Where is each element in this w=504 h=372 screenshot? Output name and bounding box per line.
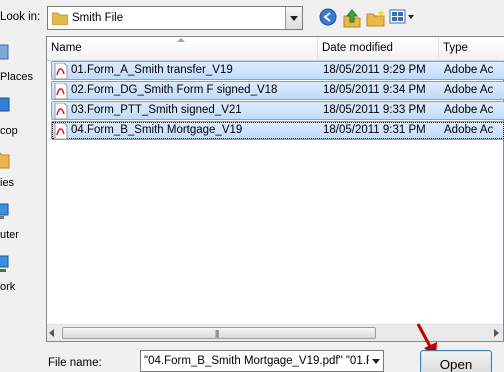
column-header-type[interactable]: Type (439, 37, 504, 61)
scroll-right-icon[interactable] (494, 329, 499, 337)
pdf-file-icon (54, 63, 68, 79)
scroll-thumb[interactable]: ||| (62, 327, 376, 339)
file-name-cell: 01.Form_A_Smith transfer_V19 (71, 64, 233, 76)
file-name-cell: 03.Form_PTT_Smith signed_V21 (71, 104, 242, 116)
views-menu-icon[interactable] (389, 8, 415, 28)
pdf-file-icon (54, 103, 68, 119)
computer-icon (0, 203, 9, 219)
chevron-down-icon[interactable] (369, 351, 383, 371)
list-item[interactable]: 01.Form_A_Smith transfer_V19 18/05/2011 … (51, 61, 504, 80)
places-bar: Places cop ies uter ork (0, 36, 40, 372)
column-header-date-modified[interactable]: Date modified (318, 37, 439, 61)
file-name-field[interactable]: "04.Form_B_Smith Mortgage_V19.pdf" "01.F… (140, 350, 384, 372)
file-name-value: "04.Form_B_Smith Mortgage_V19.pdf" "01.F… (144, 355, 384, 367)
chevron-down-icon[interactable] (285, 7, 302, 29)
pdf-file-icon (54, 83, 68, 99)
folder-icon (52, 12, 68, 25)
scroll-left-icon[interactable] (49, 329, 54, 337)
file-type-cell: Adobe Ac (444, 104, 494, 116)
file-name-cell: 02.Form_DG_Smith Form F signed_V18 (71, 84, 278, 96)
up-folder-icon[interactable] (342, 8, 362, 28)
back-icon[interactable] (319, 8, 337, 28)
look-in-value: Smith File (72, 12, 124, 24)
column-headers: Name Date modified Type (47, 37, 504, 61)
column-header-name[interactable]: Name (47, 37, 318, 61)
recent-places-icon (0, 44, 9, 60)
file-date-cell: 18/05/2011 9:29 PM (323, 64, 426, 76)
file-name-cell: 04.Form_B_Smith Mortgage_V19 (71, 124, 243, 136)
file-date-cell: 18/05/2011 9:34 PM (323, 84, 426, 96)
open-button[interactable]: Open (420, 350, 492, 372)
file-type-cell: Adobe Ac (444, 84, 494, 96)
file-type-cell: Adobe Ac (444, 124, 494, 136)
network-icon (0, 255, 9, 272)
list-item[interactable]: 04.Form_B_Smith Mortgage_V19 18/05/2011 … (51, 121, 504, 140)
desktop-icon (0, 97, 10, 112)
look-in-dropdown[interactable]: Smith File (47, 6, 303, 30)
file-list[interactable]: Name Date modified Type 01.Form_A_Smith … (46, 36, 504, 342)
libraries-icon (0, 152, 10, 169)
file-name-label: File name: (48, 357, 102, 369)
look-in-label: Look in: (0, 11, 41, 23)
list-item[interactable]: 03.Form_PTT_Smith signed_V21 18/05/2011 … (51, 101, 504, 120)
grip-icon: ||| (215, 329, 219, 338)
list-item[interactable]: 02.Form_DG_Smith Form F signed_V18 18/05… (51, 81, 504, 100)
pdf-file-icon (54, 123, 68, 139)
new-folder-icon[interactable] (366, 8, 386, 28)
file-type-cell: Adobe Ac (444, 64, 494, 76)
file-date-cell: 18/05/2011 9:31 PM (323, 124, 426, 136)
file-date-cell: 18/05/2011 9:33 PM (323, 104, 426, 116)
